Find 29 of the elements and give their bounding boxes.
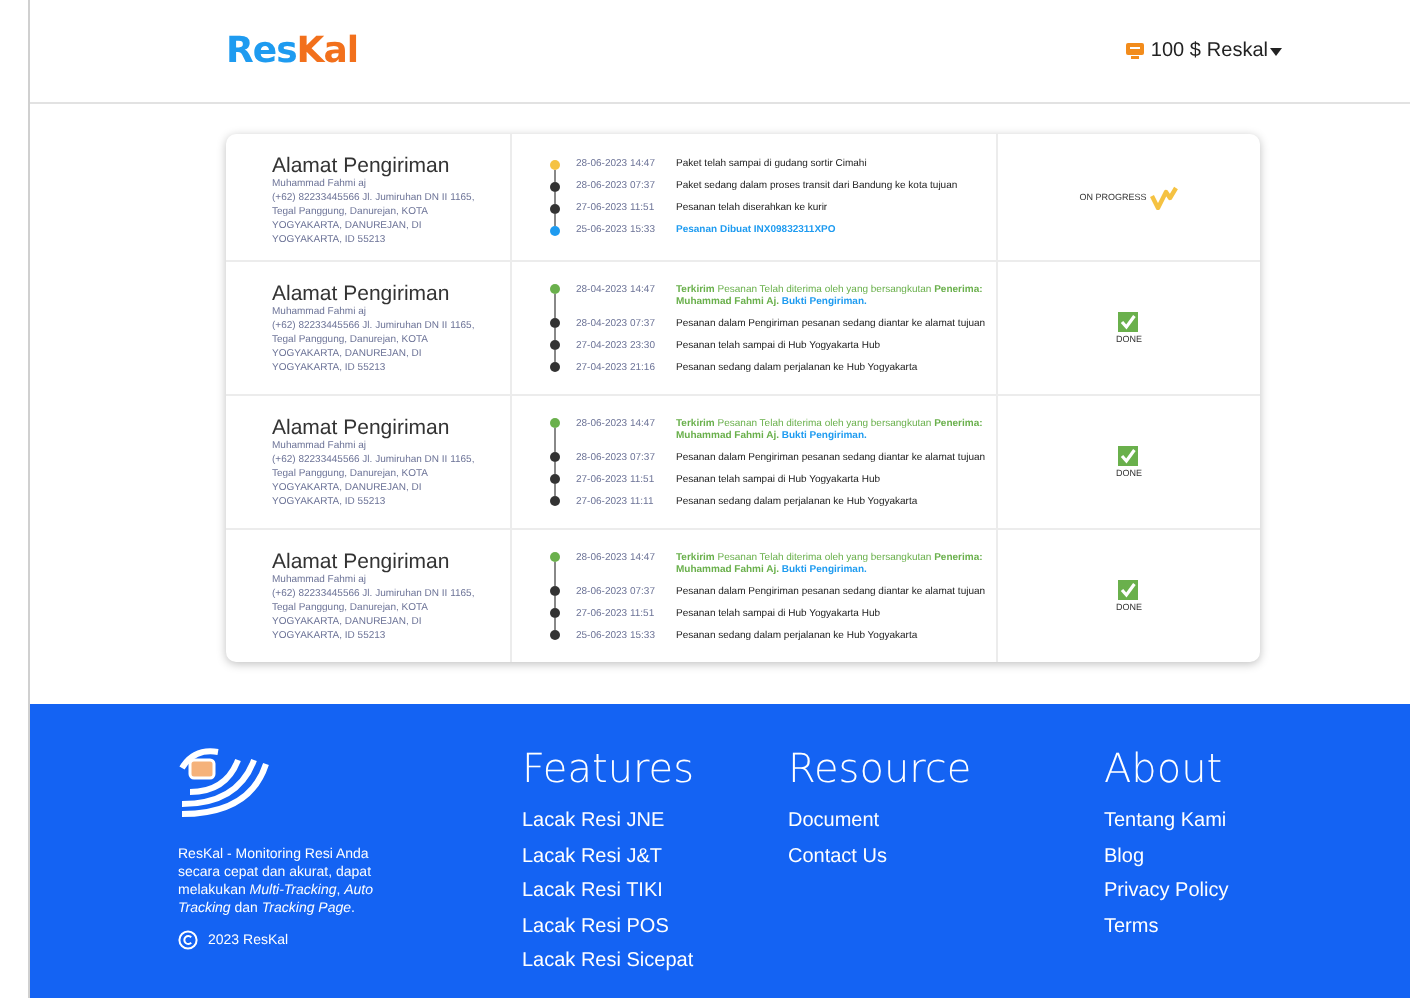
footer-heading: Features	[522, 744, 696, 792]
address-title: Alamat Pengiriman	[272, 154, 452, 178]
footer-link[interactable]: Privacy Policy	[1104, 874, 1410, 909]
footer-heading: Resource	[788, 744, 974, 792]
address-title: Alamat Pengiriman	[272, 416, 452, 440]
footer-link[interactable]: Lacak Resi JNE	[522, 804, 788, 839]
logo-drawing	[178, 744, 274, 820]
user-menu[interactable]: Reskal	[1206, 40, 1282, 62]
address-title: Alamat Pengiriman	[272, 282, 452, 306]
footer-link[interactable]: Blog	[1104, 839, 1410, 874]
checkbox-icon	[1118, 312, 1139, 332]
footer-link[interactable]: Tentang Kami	[1104, 804, 1410, 839]
footer-link[interactable]: Lacak Resi Sicepat	[522, 944, 788, 979]
footer-link[interactable]: Lacak Resi POS	[522, 909, 788, 944]
check-icon	[1150, 185, 1179, 209]
footer-link[interactable]: Document	[788, 804, 1104, 839]
footer-heading: About	[1104, 744, 1225, 792]
copyright-icon	[178, 930, 198, 950]
address-title: Alamat Pengiriman	[272, 550, 452, 574]
checkbox-icon	[1118, 446, 1139, 466]
coin-icon	[1126, 42, 1145, 60]
logo: ResKal	[226, 30, 359, 72]
footer-link[interactable]: Lacak Resi TIKI	[522, 874, 788, 909]
footer-link[interactable]: Terms	[1104, 909, 1410, 944]
checkbox-icon	[1118, 580, 1139, 600]
caret-icon	[1270, 47, 1282, 55]
footer-link[interactable]: Lacak Resi J&T	[522, 839, 788, 874]
footer-link[interactable]: Contact Us	[788, 839, 1104, 874]
balance: 100 $	[1150, 40, 1201, 62]
